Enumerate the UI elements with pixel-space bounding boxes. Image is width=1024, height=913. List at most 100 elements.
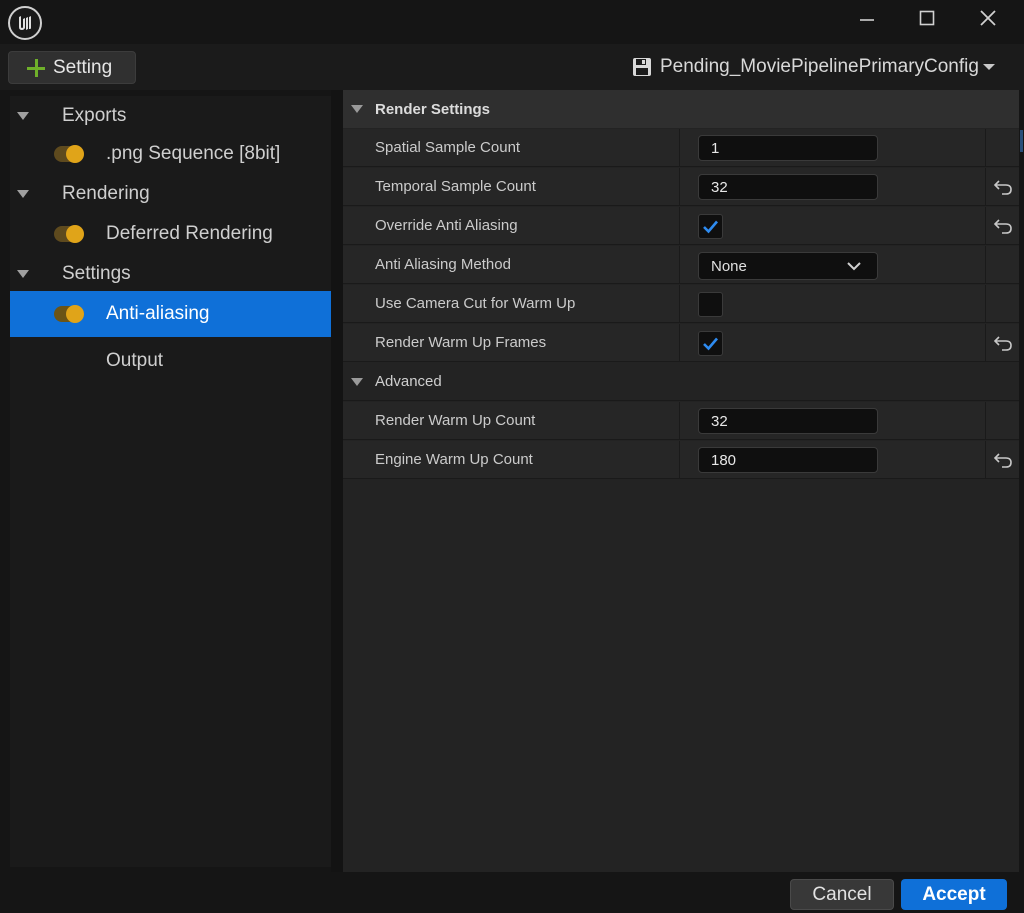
tree-category-label: Rendering (62, 183, 150, 204)
config-picker[interactable]: Pending_MoviePipelinePrimaryConfig (632, 53, 995, 81)
toggle-knob (66, 305, 84, 323)
expand-arrow-icon[interactable] (17, 190, 29, 198)
toolbar: Setting Pending_MoviePipelinePrimaryConf… (0, 44, 1024, 90)
tree-item-label: .png Sequence [8bit] (106, 143, 281, 164)
column-divider (985, 207, 986, 245)
column-divider[interactable] (679, 441, 680, 479)
chevron-down-icon (847, 262, 861, 271)
use-camera-cut-for-warm-up-checkbox[interactable] (698, 292, 723, 317)
toggle-knob (66, 145, 84, 163)
property-label: Override Anti Aliasing (375, 217, 518, 234)
tree-item-deferred-rendering[interactable]: Deferred Rendering (10, 214, 331, 254)
column-divider (985, 129, 986, 167)
column-divider (985, 285, 986, 323)
checkmark-icon (703, 337, 718, 351)
enable-toggle[interactable] (54, 145, 84, 163)
property-label: Temporal Sample Count (375, 178, 536, 195)
column-divider[interactable] (679, 207, 680, 245)
spatial-sample-count-input[interactable]: 1 (698, 135, 878, 161)
section-render-settings[interactable]: Render Settings (343, 90, 1019, 128)
plus-icon (27, 58, 45, 77)
column-divider (985, 441, 986, 479)
column-divider (985, 402, 986, 440)
panel-splitter[interactable] (331, 90, 343, 872)
tree-item-label: Anti-aliasing (106, 303, 210, 324)
property-label: Render Warm Up Frames (375, 334, 547, 351)
enable-toggle[interactable] (54, 225, 84, 243)
column-divider[interactable] (679, 168, 680, 206)
tree-item-png-sequence[interactable]: .png Sequence [8bit] (10, 134, 331, 174)
tree-item-label: Output (106, 350, 164, 371)
expand-arrow-icon[interactable] (17, 270, 29, 278)
chevron-down-icon (982, 64, 995, 70)
accept-button[interactable]: Accept (901, 879, 1007, 910)
column-divider (985, 168, 986, 206)
checkmark-icon (703, 220, 718, 234)
dropdown-value: None (711, 257, 747, 275)
section-header-label: Advanced (375, 373, 442, 390)
property-label: Render Warm Up Count (375, 412, 536, 429)
tree-item-label: Deferred Rendering (106, 223, 273, 244)
expand-arrow-icon[interactable] (351, 378, 363, 386)
property-temporal-sample-count: Temporal Sample Count 32 (343, 168, 1019, 206)
scrollbar-thumb[interactable] (1020, 130, 1023, 152)
column-divider[interactable] (679, 324, 680, 362)
anti-aliasing-method-dropdown[interactable]: None (698, 252, 878, 280)
config-name: Pending_MoviePipelinePrimaryConfig (660, 56, 979, 77)
column-divider[interactable] (679, 246, 680, 284)
minimize-button[interactable] (839, 0, 895, 36)
tree-category-exports[interactable]: Exports (10, 96, 331, 136)
column-divider[interactable] (679, 129, 680, 167)
cancel-button[interactable]: Cancel (790, 879, 894, 910)
temporal-sample-count-input[interactable]: 32 (698, 174, 878, 200)
property-render-warm-up-count: Render Warm Up Count 32 (343, 402, 1019, 440)
save-icon (633, 58, 651, 76)
column-divider (985, 324, 986, 362)
property-engine-warm-up-count: Engine Warm Up Count 180 (343, 441, 1019, 479)
section-header-label: Render Settings (375, 100, 491, 118)
reset-to-default-icon[interactable] (993, 178, 1013, 196)
property-render-warm-up-frames: Render Warm Up Frames (343, 324, 1019, 362)
section-advanced[interactable]: Advanced (343, 363, 1019, 401)
close-icon (980, 10, 996, 26)
title-bar (0, 0, 1024, 44)
enable-toggle[interactable] (54, 305, 84, 323)
scrollbar[interactable] (1019, 90, 1024, 872)
maximize-icon (919, 10, 935, 26)
toggle-knob (66, 225, 84, 243)
render-warm-up-frames-checkbox[interactable] (698, 331, 723, 356)
settings-tree: Exports .png Sequence [8bit] Rendering D… (10, 96, 331, 867)
tree-category-label: Exports (62, 105, 127, 126)
property-label: Spatial Sample Count (375, 139, 521, 156)
tree-category-rendering[interactable]: Rendering (10, 174, 331, 214)
reset-to-default-icon[interactable] (993, 217, 1013, 235)
tree-item-anti-aliasing[interactable]: Anti-aliasing (10, 291, 331, 337)
expand-arrow-icon[interactable] (17, 112, 29, 120)
maximize-button[interactable] (899, 0, 955, 36)
expand-arrow-icon[interactable] (351, 105, 363, 113)
close-button[interactable] (960, 0, 1016, 36)
unreal-logo-icon[interactable] (8, 6, 42, 40)
property-spatial-sample-count: Spatial Sample Count 1 (343, 129, 1019, 167)
add-setting-button[interactable]: Setting (8, 51, 136, 84)
column-divider (985, 246, 986, 284)
property-label: Engine Warm Up Count (375, 451, 533, 468)
property-label: Anti Aliasing Method (375, 256, 511, 273)
engine-warm-up-count-input[interactable]: 180 (698, 447, 878, 473)
dialog-footer: Cancel Accept (0, 872, 1024, 913)
add-setting-label: Setting (53, 56, 113, 78)
column-divider[interactable] (679, 285, 680, 323)
property-use-camera-cut-for-warm-up: Use Camera Cut for Warm Up (343, 285, 1019, 323)
override-anti-aliasing-checkbox[interactable] (698, 214, 723, 239)
render-warm-up-count-input[interactable]: 32 (698, 408, 878, 434)
tree-item-output[interactable]: Output (10, 341, 331, 381)
column-divider[interactable] (679, 402, 680, 440)
details-panel: Render Settings Spatial Sample Count 1 T… (343, 90, 1019, 872)
tree-category-label: Settings (62, 263, 131, 284)
property-override-anti-aliasing: Override Anti Aliasing (343, 207, 1019, 245)
property-label: Use Camera Cut for Warm Up (375, 295, 576, 312)
reset-to-default-icon[interactable] (993, 451, 1013, 469)
reset-to-default-icon[interactable] (993, 334, 1013, 352)
minimize-icon (860, 19, 874, 21)
tree-category-settings[interactable]: Settings (10, 254, 331, 294)
